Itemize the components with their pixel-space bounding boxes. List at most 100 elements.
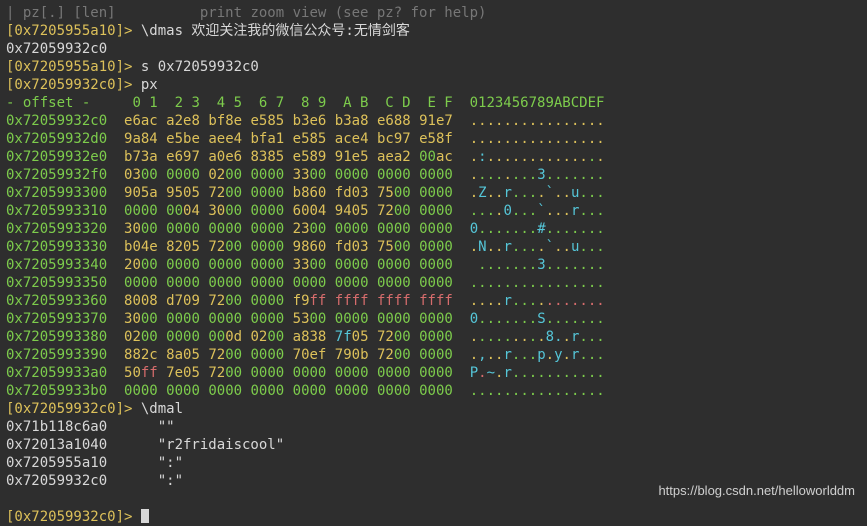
hex-word: 790b bbox=[335, 347, 369, 363]
dmal-line: 0x71b118c6a0 "" bbox=[6, 418, 861, 436]
hex-ascii: ....0...`...r... bbox=[470, 203, 605, 219]
hint-desc: print zoom view (see pz? for help) bbox=[200, 5, 487, 21]
hex-word: 0000 bbox=[335, 383, 369, 399]
hex-row: 0x72059933a0 50ff 7e05 7200 0000 0000 00… bbox=[6, 364, 861, 382]
line-dmal: [0x72059932c0]> \dmal bbox=[6, 400, 861, 418]
hex-word: 0000 bbox=[208, 311, 242, 327]
hex-word: bfa1 bbox=[250, 131, 284, 147]
hex-word: 0000 bbox=[419, 257, 453, 273]
hex-word: 9405 bbox=[335, 203, 369, 219]
hex-word: 9a84 bbox=[124, 131, 158, 147]
hex-word: a2e8 bbox=[166, 113, 200, 129]
hex-word: 0000 bbox=[419, 347, 453, 363]
prompt: [0x72059932c0]> bbox=[6, 509, 141, 525]
hex-row: 0x7205993340 2000 0000 0000 0000 3300 00… bbox=[6, 256, 861, 274]
hex-word: 70ef bbox=[293, 347, 327, 363]
prompt: [0x7205955a10]> bbox=[6, 23, 141, 39]
hex-word: 2000 bbox=[124, 257, 158, 273]
hex-word: 7e05 bbox=[166, 365, 200, 381]
hex-word: fd03 bbox=[335, 185, 369, 201]
hex-word: 3000 bbox=[124, 221, 158, 237]
hex-word: bf8e bbox=[208, 113, 242, 129]
hex-ascii: 0.......#....... bbox=[470, 221, 605, 237]
hex-word: 0000 bbox=[250, 221, 284, 237]
hex-word: d709 bbox=[166, 293, 200, 309]
hex-word: 0000 bbox=[293, 383, 327, 399]
hex-row: 0x7205993320 3000 0000 0000 0000 2300 00… bbox=[6, 220, 861, 238]
dmal-val: "r2fridaiscool" bbox=[158, 437, 284, 453]
hex-word: b3e6 bbox=[293, 113, 327, 129]
hex-word: 0000 bbox=[250, 239, 284, 255]
hex-ascii: 0.......S....... bbox=[470, 311, 605, 327]
hex-row: 0x7205993350 0000 0000 0000 0000 0000 00… bbox=[6, 274, 861, 292]
hex-offset: 0x7205993330 bbox=[6, 239, 124, 255]
hex-word: 3300 bbox=[293, 167, 327, 183]
hex-word: 9505 bbox=[166, 185, 200, 201]
hex-header: - offset - 0 1 2 3 4 5 6 7 8 9 A B C D E… bbox=[6, 94, 861, 112]
hex-word: 8a05 bbox=[166, 347, 200, 363]
hex-header-cols: 0 1 2 3 4 5 6 7 8 9 A B C D E F bbox=[124, 95, 470, 111]
hex-word: 0000 bbox=[377, 221, 411, 237]
hex-word: 0000 bbox=[377, 365, 411, 381]
dmal-line: 0x7205955a10 ":" bbox=[6, 454, 861, 472]
hex-word: 0000 bbox=[166, 383, 200, 399]
hex-word: 0200 bbox=[250, 329, 284, 345]
hex-word: 7200 bbox=[208, 347, 242, 363]
hex-word: e6ac bbox=[124, 113, 158, 129]
hex-word: 0000 bbox=[166, 329, 200, 345]
hex-word: 0000 bbox=[166, 311, 200, 327]
hex-offset: 0x7205993300 bbox=[6, 185, 124, 201]
cmd-px[interactable]: px bbox=[141, 77, 158, 93]
hex-ascii: .N..r....`..u... bbox=[470, 239, 605, 255]
line-out1: 0x72059932c0 bbox=[6, 40, 861, 58]
hex-word: 905a bbox=[124, 185, 158, 201]
hex-word: 0000 bbox=[419, 167, 453, 183]
hex-offset: 0x7205993370 bbox=[6, 311, 124, 327]
hex-word: 0000 bbox=[250, 257, 284, 273]
hex-word: 0000 bbox=[293, 365, 327, 381]
cmd-seek[interactable]: s 0x72059932c0 bbox=[141, 59, 259, 75]
hex-word: aee4 bbox=[208, 131, 242, 147]
hex-word: 3300 bbox=[293, 257, 327, 273]
hex-ascii: .Z..r....`..u... bbox=[470, 185, 605, 201]
hex-word: 0000 bbox=[377, 311, 411, 327]
hex-word: 0000 bbox=[250, 167, 284, 183]
cursor[interactable] bbox=[141, 509, 149, 523]
hex-word: 0000 bbox=[419, 221, 453, 237]
hex-word: 0000 bbox=[250, 293, 284, 309]
hex-word: b3a8 bbox=[335, 113, 369, 129]
cmd-dmal[interactable]: \dmal bbox=[141, 401, 183, 417]
hex-word: 882c bbox=[124, 347, 158, 363]
hex-word: 7200 bbox=[377, 347, 411, 363]
dmal-addr: 0x71b118c6a0 bbox=[6, 419, 158, 435]
hex-ascii: P.~.r........... bbox=[470, 365, 605, 381]
dmal-val: ":" bbox=[158, 473, 183, 489]
hex-word: 0000 bbox=[335, 311, 369, 327]
hex-word: 000d bbox=[208, 329, 242, 345]
prompt: [0x7205955a10]> bbox=[6, 59, 141, 75]
hex-word: ffff bbox=[377, 293, 411, 309]
hex-word: 0000 bbox=[419, 383, 453, 399]
hex-row: 0x7205993370 3000 0000 0000 0000 5300 00… bbox=[6, 310, 861, 328]
hex-word: 0000 bbox=[250, 275, 284, 291]
hex-word: e5be bbox=[166, 131, 200, 147]
hex-word: 0000 bbox=[208, 257, 242, 273]
hex-word: b860 bbox=[293, 185, 327, 201]
hex-ascii: .:.............. bbox=[470, 149, 605, 165]
hex-offset: 0x7205993390 bbox=[6, 347, 124, 363]
hex-offset: 0x7205993310 bbox=[6, 203, 124, 219]
hex-word: 7200 bbox=[377, 203, 411, 219]
hex-ascii: .......3....... bbox=[470, 257, 605, 273]
hex-word: 8205 bbox=[166, 239, 200, 255]
hex-word: aea2 bbox=[377, 149, 411, 165]
hex-word: 0000 bbox=[419, 203, 453, 219]
hex-offset: 0x7205993320 bbox=[6, 221, 124, 237]
hex-word: 3000 bbox=[208, 203, 242, 219]
line-cmd2: [0x7205955a10]> s 0x72059932c0 bbox=[6, 58, 861, 76]
hex-word: 0000 bbox=[124, 383, 158, 399]
hex-word: 0000 bbox=[250, 347, 284, 363]
cmd-dmas[interactable]: \dmas 欢迎关注我的微信公众号:无情剑客 bbox=[141, 23, 410, 39]
out-addr: 0x72059932c0 bbox=[6, 41, 107, 57]
hex-word: 0000 bbox=[419, 311, 453, 327]
line-prompt-end: [0x72059932c0]> bbox=[6, 508, 861, 526]
